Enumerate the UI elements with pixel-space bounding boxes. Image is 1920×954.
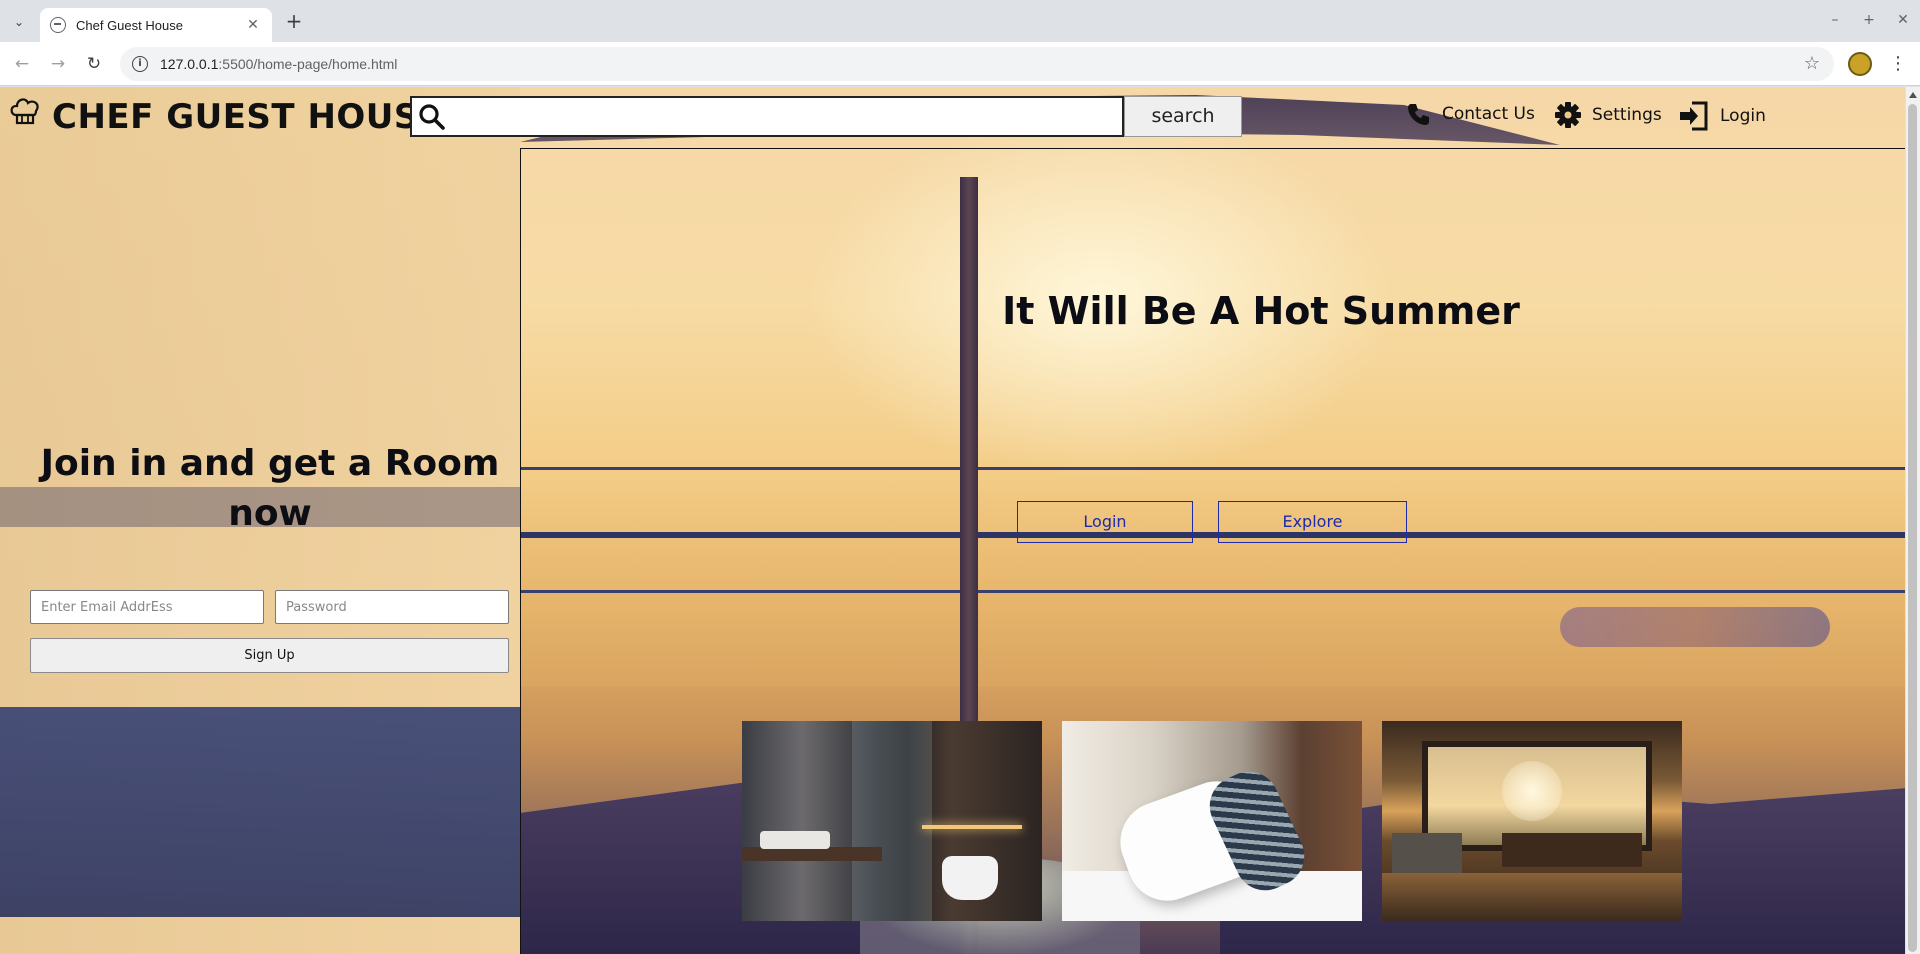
hero-title: It Will Be A Hot Summer <box>1002 289 1520 333</box>
browser-tabstrip: ⌄ Chef Guest House ✕ + – + ✕ <box>0 0 1920 42</box>
extension-icon[interactable] <box>1848 52 1872 76</box>
url-path: :5500/home-page/home.html <box>218 56 398 72</box>
search-icon <box>419 103 445 130</box>
search-box[interactable] <box>410 96 1124 137</box>
nav-contact-link[interactable]: Contact Us <box>1406 101 1535 127</box>
photo-detail <box>942 856 998 900</box>
url-host: 127.0.0.1 <box>160 56 219 72</box>
reload-icon[interactable]: ↻ <box>80 50 108 78</box>
bookmark-star-icon[interactable]: ☆ <box>1804 53 1820 74</box>
signup-button[interactable]: Sign Up <box>30 638 509 673</box>
background-pool <box>0 707 520 917</box>
photo-detail <box>852 721 932 921</box>
nav-contact-label: Contact Us <box>1442 104 1535 124</box>
nav-settings-label: Settings <box>1592 105 1662 125</box>
minimize-icon[interactable]: – <box>1818 12 1852 28</box>
join-title: Join in and get a Room now <box>40 443 500 534</box>
photo-detail <box>1502 761 1562 821</box>
email-field[interactable] <box>30 590 264 624</box>
globe-icon <box>50 17 66 33</box>
page-viewport: CHEF GUEST HOUSE search Contact Us Setti… <box>0 87 1920 954</box>
hero-login-button[interactable]: Login <box>1017 501 1193 543</box>
tab-close-icon[interactable]: ✕ <box>244 17 262 33</box>
close-window-icon[interactable]: ✕ <box>1886 12 1920 28</box>
scroll-up-arrow-icon[interactable] <box>1909 92 1917 98</box>
forward-arrow-icon[interactable]: → <box>44 50 72 78</box>
nav-settings-link[interactable]: Settings <box>1554 101 1662 129</box>
photo-detail <box>1502 833 1642 867</box>
search-button[interactable]: search <box>1124 96 1242 137</box>
gallery-image-bathroom <box>742 721 1042 921</box>
maximize-icon[interactable]: + <box>1852 12 1886 28</box>
photo-detail <box>922 825 1022 829</box>
gallery-image-bedroom <box>1062 721 1362 921</box>
phone-icon <box>1408 104 1429 125</box>
gear-icon <box>1555 102 1581 128</box>
site-navbar: CHEF GUEST HOUSE search Contact Us Setti… <box>0 87 1920 147</box>
site-info-icon[interactable]: i <box>132 56 148 72</box>
window-controls: – + ✕ <box>1818 0 1920 40</box>
photo-detail <box>1382 873 1682 921</box>
tab-title: Chef Guest House <box>76 17 183 33</box>
photo-detail <box>742 847 882 861</box>
browser-menu-icon[interactable]: ⋮ <box>1888 50 1908 78</box>
back-arrow-icon[interactable]: ← <box>8 50 36 78</box>
scrollbar-thumb[interactable] <box>1908 104 1917 952</box>
photo-detail <box>760 831 830 849</box>
photo-detail <box>1392 833 1462 873</box>
tab-list-chevron-icon[interactable]: ⌄ <box>6 10 32 34</box>
nav-login-label: Login <box>1720 106 1766 126</box>
nav-login-link[interactable]: Login <box>1678 101 1766 131</box>
chef-hat-icon <box>10 98 39 125</box>
new-tab-button[interactable]: + <box>282 10 306 34</box>
password-field[interactable] <box>275 590 509 624</box>
url-text[interactable]: 127.0.0.1:5500/home-page/home.html <box>160 56 397 72</box>
browser-toolbar: ← → ↻ i 127.0.0.1:5500/home-page/home.ht… <box>0 42 1920 86</box>
gallery-image-lounge <box>1382 721 1682 921</box>
address-bar[interactable]: i 127.0.0.1:5500/home-page/home.html ☆ <box>120 47 1834 81</box>
brand-title[interactable]: CHEF GUEST HOUSE <box>52 97 443 137</box>
hero-explore-button[interactable]: Explore <box>1218 501 1407 543</box>
login-icon <box>1680 101 1708 131</box>
browser-tab[interactable]: Chef Guest House ✕ <box>40 8 272 42</box>
